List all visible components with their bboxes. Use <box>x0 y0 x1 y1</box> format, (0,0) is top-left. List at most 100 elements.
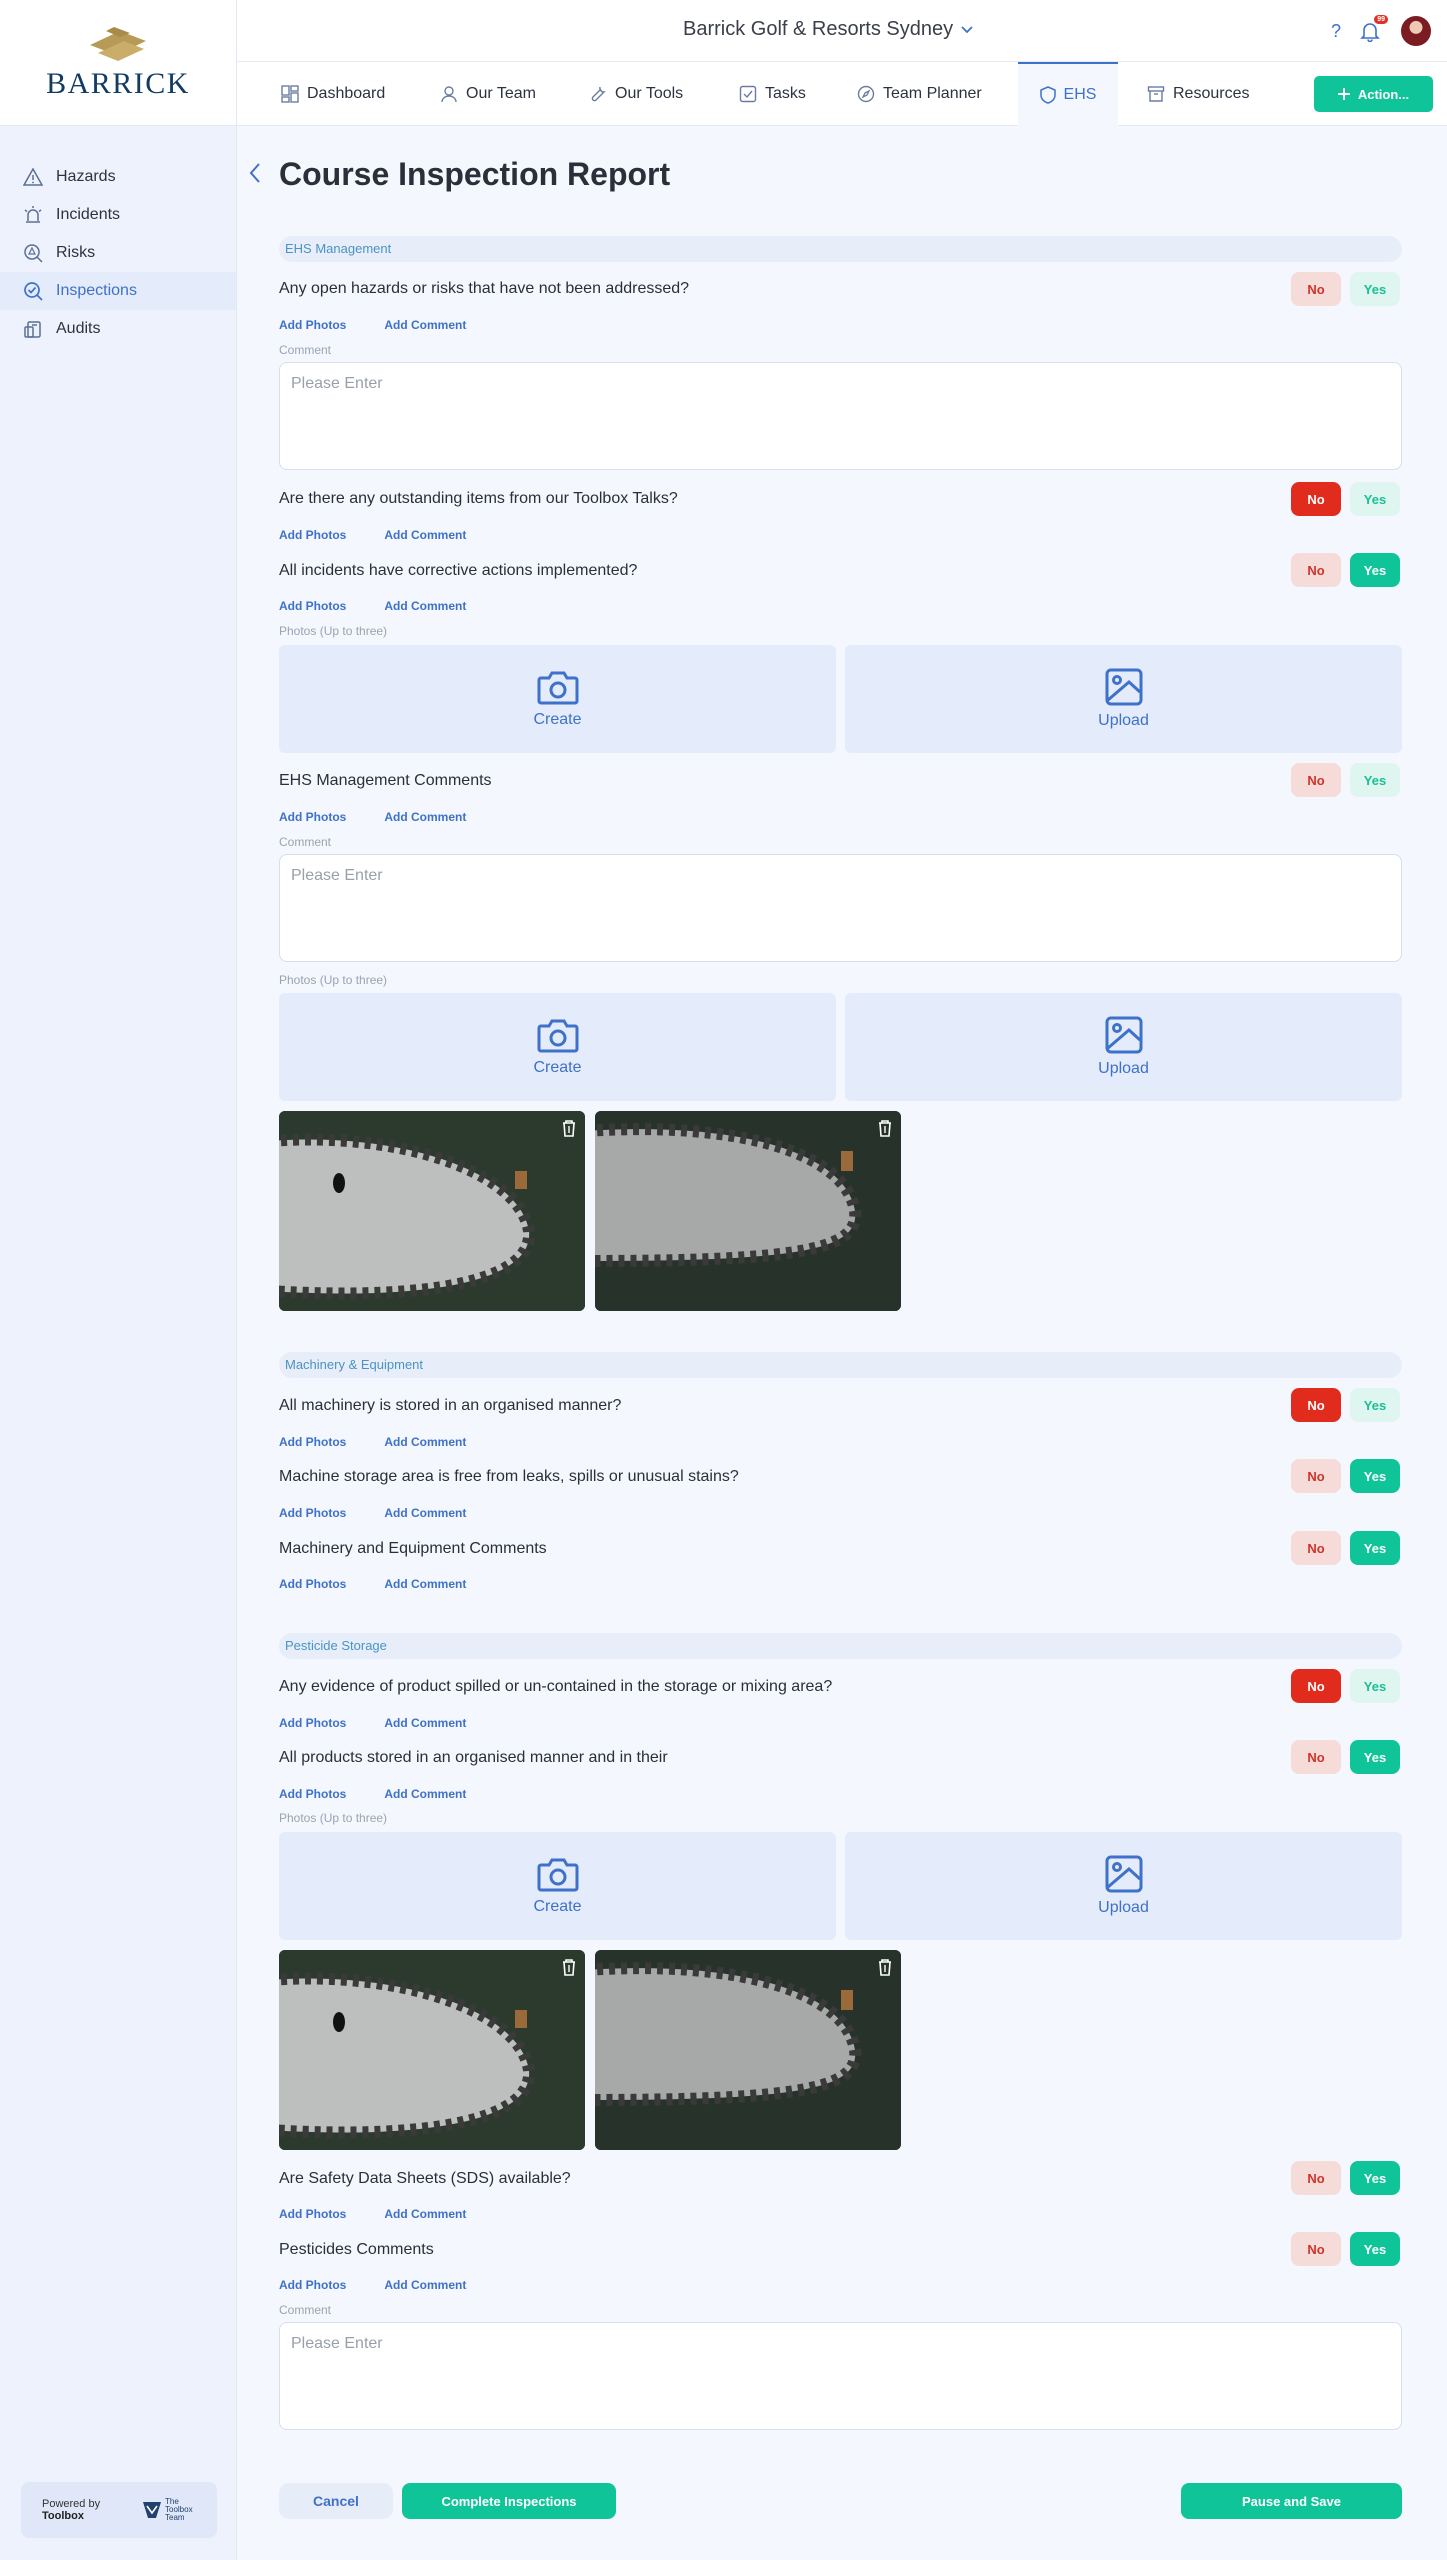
yes-button[interactable]: Yes <box>1350 1669 1400 1703</box>
sidebar-item-audits[interactable]: Audits <box>0 310 236 348</box>
yes-button[interactable]: Yes <box>1350 763 1400 797</box>
tab-label: Our Tools <box>615 85 684 102</box>
add-comment-link[interactable]: Add Comment <box>384 1787 466 1801</box>
sidebar-item-incidents[interactable]: Incidents <box>0 196 236 234</box>
complete-inspections-button[interactable]: Complete Inspections <box>402 2483 616 2519</box>
add-comment-link[interactable]: Add Comment <box>384 810 466 824</box>
yes-no-toggle: No Yes <box>1291 763 1400 797</box>
no-button[interactable]: No <box>1291 2161 1341 2195</box>
brand-name: BARRICK <box>46 66 190 100</box>
sidebar-item-risks[interactable]: Risks <box>0 234 236 272</box>
yes-button[interactable]: Yes <box>1350 482 1400 516</box>
comment-label: Comment <box>279 835 332 849</box>
add-comment-link[interactable]: Add Comment <box>384 2207 466 2221</box>
yes-button[interactable]: Yes <box>1350 1459 1400 1493</box>
question-links: Add Photos Add Comment <box>279 2207 466 2221</box>
photo-thumbnail[interactable] <box>279 1111 585 1311</box>
warning-triangle-icon <box>22 166 44 188</box>
add-comment-link[interactable]: Add Comment <box>384 528 466 542</box>
brand-logo[interactable]: BARRICK <box>0 0 236 126</box>
add-photos-link[interactable]: Add Photos <box>279 528 346 542</box>
no-button[interactable]: No <box>1291 272 1341 306</box>
tab-resources[interactable]: Resources <box>1147 62 1249 126</box>
venue-name: Barrick Golf & Resorts Sydney <box>683 18 954 40</box>
yes-no-toggle: No Yes <box>1291 1459 1400 1493</box>
trash-icon[interactable] <box>561 1958 577 1976</box>
add-comment-link[interactable]: Add Comment <box>384 599 466 613</box>
add-photos-link[interactable]: Add Photos <box>279 599 346 613</box>
sidebar-item-inspections[interactable]: Inspections <box>0 272 236 310</box>
add-photos-link[interactable]: Add Photos <box>279 810 346 824</box>
no-button[interactable]: No <box>1291 1740 1341 1774</box>
comment-input[interactable]: Please Enter <box>279 2322 1402 2430</box>
tab-our-tools[interactable]: Our Tools <box>589 62 683 126</box>
add-photos-link[interactable]: Add Photos <box>279 1435 346 1449</box>
chainsaw-photo <box>279 1950 585 2150</box>
add-comment-link[interactable]: Add Comment <box>384 1716 466 1730</box>
create-photo-button[interactable]: Create <box>279 1832 836 1940</box>
image-icon <box>1105 1016 1142 1054</box>
tab-dashboard[interactable]: Dashboard <box>281 62 385 126</box>
no-button[interactable]: No <box>1291 1531 1341 1565</box>
add-photos-link[interactable]: Add Photos <box>279 2278 346 2292</box>
add-comment-link[interactable]: Add Comment <box>384 1577 466 1591</box>
add-photos-link[interactable]: Add Photos <box>279 318 346 332</box>
no-button[interactable]: No <box>1291 1388 1341 1422</box>
back-arrow-icon[interactable] <box>248 162 262 184</box>
upload-photo-button[interactable]: Upload <box>845 645 1402 753</box>
no-button[interactable]: No <box>1291 2232 1341 2266</box>
no-button[interactable]: No <box>1291 763 1341 797</box>
user-avatar[interactable] <box>1399 14 1433 48</box>
photo-thumbnail[interactable] <box>595 1111 901 1311</box>
no-button[interactable]: No <box>1291 1459 1341 1493</box>
tab-our-team[interactable]: Our Team <box>440 62 536 126</box>
add-comment-link[interactable]: Add Comment <box>384 2278 466 2292</box>
comment-input[interactable]: Please Enter <box>279 854 1402 962</box>
tab-tasks[interactable]: Tasks <box>739 62 806 126</box>
yes-button[interactable]: Yes <box>1350 2161 1400 2195</box>
chainsaw-photo <box>279 1111 585 1311</box>
question-text: Pesticides Comments <box>279 2241 434 2258</box>
action-button[interactable]: Action... <box>1314 76 1433 112</box>
create-photo-button[interactable]: Create <box>279 645 836 753</box>
tab-ehs[interactable]: EHS <box>1018 62 1118 126</box>
no-button[interactable]: No <box>1291 553 1341 587</box>
add-photos-link[interactable]: Add Photos <box>279 1716 346 1730</box>
pause-and-save-button[interactable]: Pause and Save <box>1181 2483 1402 2519</box>
add-photos-link[interactable]: Add Photos <box>279 1787 346 1801</box>
add-photos-link[interactable]: Add Photos <box>279 1506 346 1520</box>
image-icon <box>1105 668 1142 706</box>
trash-icon[interactable] <box>877 1958 893 1976</box>
no-button[interactable]: No <box>1291 482 1341 516</box>
create-photo-button[interactable]: Create <box>279 993 836 1101</box>
upload-photo-button[interactable]: Upload <box>845 993 1402 1101</box>
add-photos-link[interactable]: Add Photos <box>279 1577 346 1591</box>
yes-button[interactable]: Yes <box>1350 1531 1400 1565</box>
photo-thumbnail[interactable] <box>595 1950 901 2150</box>
yes-button[interactable]: Yes <box>1350 272 1400 306</box>
yes-button[interactable]: Yes <box>1350 553 1400 587</box>
question-text: Are Safety Data Sheets (SDS) available? <box>279 2170 571 2187</box>
upload-photo-button[interactable]: Upload <box>845 1832 1402 1940</box>
trash-icon[interactable] <box>877 1119 893 1137</box>
tab-team-planner[interactable]: Team Planner <box>857 62 982 126</box>
cancel-button[interactable]: Cancel <box>279 2483 393 2519</box>
comment-input[interactable]: Please Enter <box>279 362 1402 470</box>
photo-thumbnail[interactable] <box>279 1950 585 2150</box>
add-photos-link[interactable]: Add Photos <box>279 2207 346 2221</box>
yes-button[interactable]: Yes <box>1350 2232 1400 2266</box>
yes-button[interactable]: Yes <box>1350 1740 1400 1774</box>
question-text: Are there any outstanding items from our… <box>279 490 678 507</box>
sidebar-item-hazards[interactable]: Hazards <box>0 158 236 196</box>
add-comment-link[interactable]: Add Comment <box>384 1506 466 1520</box>
no-button[interactable]: No <box>1291 1669 1341 1703</box>
add-comment-link[interactable]: Add Comment <box>384 318 466 332</box>
yes-button[interactable]: Yes <box>1350 1388 1400 1422</box>
section-header-ehs-management: EHS Management <box>279 236 1402 262</box>
venue-selector[interactable]: Barrick Golf & Resorts Sydney <box>683 18 973 41</box>
add-comment-link[interactable]: Add Comment <box>384 1435 466 1449</box>
question-text: EHS Management Comments <box>279 772 492 789</box>
trash-icon[interactable] <box>561 1119 577 1137</box>
help-icon[interactable]: ? <box>1331 21 1341 42</box>
notifications-button[interactable]: 99 <box>1359 15 1388 43</box>
